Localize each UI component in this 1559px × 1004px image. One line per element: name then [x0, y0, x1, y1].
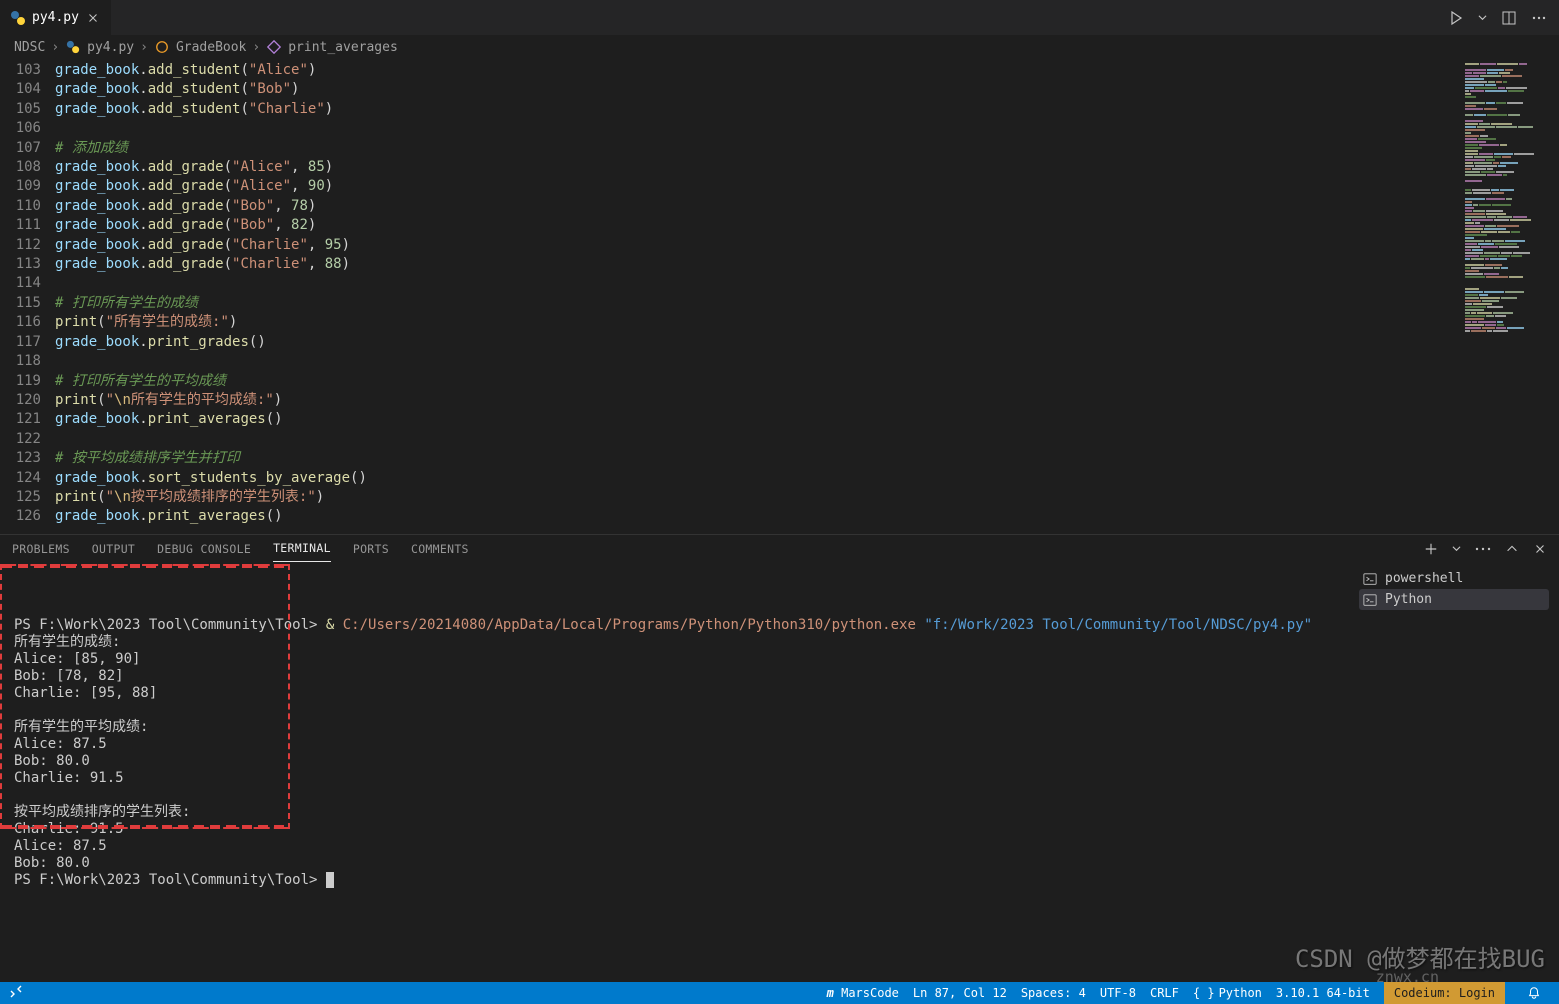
- close-panel-icon[interactable]: [1533, 542, 1547, 556]
- notifications-icon[interactable]: [1519, 986, 1549, 1000]
- shell-label: Python: [1385, 592, 1432, 607]
- split-editor-icon[interactable]: [1501, 10, 1517, 26]
- tab-problems[interactable]: PROBLEMS: [12, 536, 70, 562]
- run-dropdown-icon[interactable]: [1478, 13, 1487, 22]
- panel-actions: [1424, 542, 1547, 556]
- tab-bar: py4.py: [0, 0, 1559, 35]
- editor-actions: [1448, 0, 1559, 35]
- line-numbers: 1031041051061071081091101111121131141151…: [0, 59, 55, 534]
- chevron-right-icon: ›: [51, 40, 59, 55]
- more-icon[interactable]: [1531, 10, 1547, 26]
- remote-icon[interactable]: [8, 985, 24, 1001]
- new-terminal-icon[interactable]: [1424, 542, 1438, 556]
- status-bar: m MarsCode Ln 87, Col 12 Spaces: 4 UTF-8…: [0, 982, 1559, 1004]
- status-eol[interactable]: CRLF: [1150, 986, 1179, 1000]
- breadcrumb-item[interactable]: GradeBook: [176, 40, 246, 55]
- breadcrumb-item[interactable]: py4.py: [87, 40, 134, 55]
- breadcrumb-item[interactable]: NDSC: [14, 40, 45, 55]
- code-editor[interactable]: grade_book.add_student("Alice")grade_boo…: [55, 59, 1459, 534]
- terminal-shell-list: powershell Python: [1349, 562, 1559, 893]
- maximize-panel-icon[interactable]: [1505, 542, 1519, 556]
- more-icon[interactable]: [1475, 547, 1491, 551]
- shell-item-powershell[interactable]: powershell: [1359, 568, 1549, 589]
- watermark: CSDN @做梦都在找BUG: [1295, 939, 1545, 974]
- run-icon[interactable]: [1448, 10, 1464, 26]
- chevron-right-icon: ›: [140, 40, 148, 55]
- shell-label: powershell: [1385, 571, 1463, 586]
- editor-area: 1031041051061071081091101111121131141151…: [0, 59, 1559, 534]
- chevron-right-icon: ›: [252, 40, 260, 55]
- status-lncol[interactable]: Ln 87, Col 12: [913, 986, 1007, 1000]
- terminal-output[interactable]: PS F:\Work\2023 Tool\Community\Tool> & C…: [0, 562, 1349, 893]
- status-encoding[interactable]: UTF-8: [1100, 986, 1136, 1000]
- shell-item-python[interactable]: Python: [1359, 589, 1549, 610]
- status-language[interactable]: { }Python: [1193, 986, 1262, 1000]
- tab-label: py4.py: [32, 10, 79, 25]
- minimap[interactable]: [1459, 59, 1559, 534]
- breadcrumb[interactable]: NDSC › py4.py › GradeBook › print_averag…: [0, 35, 1559, 59]
- breadcrumb-item[interactable]: print_averages: [288, 40, 398, 55]
- tab-comments[interactable]: COMMENTS: [411, 536, 469, 562]
- status-interpreter[interactable]: 3.10.1 64-bit: [1276, 986, 1370, 1000]
- panel-tabs: PROBLEMS OUTPUT DEBUG CONSOLE TERMINAL P…: [0, 535, 1559, 562]
- method-icon: [266, 39, 282, 55]
- terminal-icon: [1363, 593, 1377, 607]
- bottom-panel: PROBLEMS OUTPUT DEBUG CONSOLE TERMINAL P…: [0, 534, 1559, 854]
- tab-output[interactable]: OUTPUT: [92, 536, 135, 562]
- tab-debug-console[interactable]: DEBUG CONSOLE: [157, 536, 251, 562]
- marscode-icon: m: [827, 986, 834, 1000]
- python-icon: [65, 39, 81, 55]
- status-marscode[interactable]: m MarsCode: [827, 986, 899, 1000]
- tab-ports[interactable]: PORTS: [353, 536, 389, 562]
- panel-body: PS F:\Work\2023 Tool\Community\Tool> & C…: [0, 562, 1559, 893]
- close-icon[interactable]: [85, 10, 101, 26]
- tab-terminal[interactable]: TERMINAL: [273, 535, 331, 562]
- terminal-icon: [1363, 572, 1377, 586]
- class-icon: [154, 39, 170, 55]
- python-icon: [10, 10, 26, 26]
- terminal-dropdown-icon[interactable]: [1452, 544, 1461, 553]
- status-spaces[interactable]: Spaces: 4: [1021, 986, 1086, 1000]
- status-codeium[interactable]: Codeium: Login: [1384, 982, 1505, 1004]
- editor-tab[interactable]: py4.py: [0, 0, 112, 35]
